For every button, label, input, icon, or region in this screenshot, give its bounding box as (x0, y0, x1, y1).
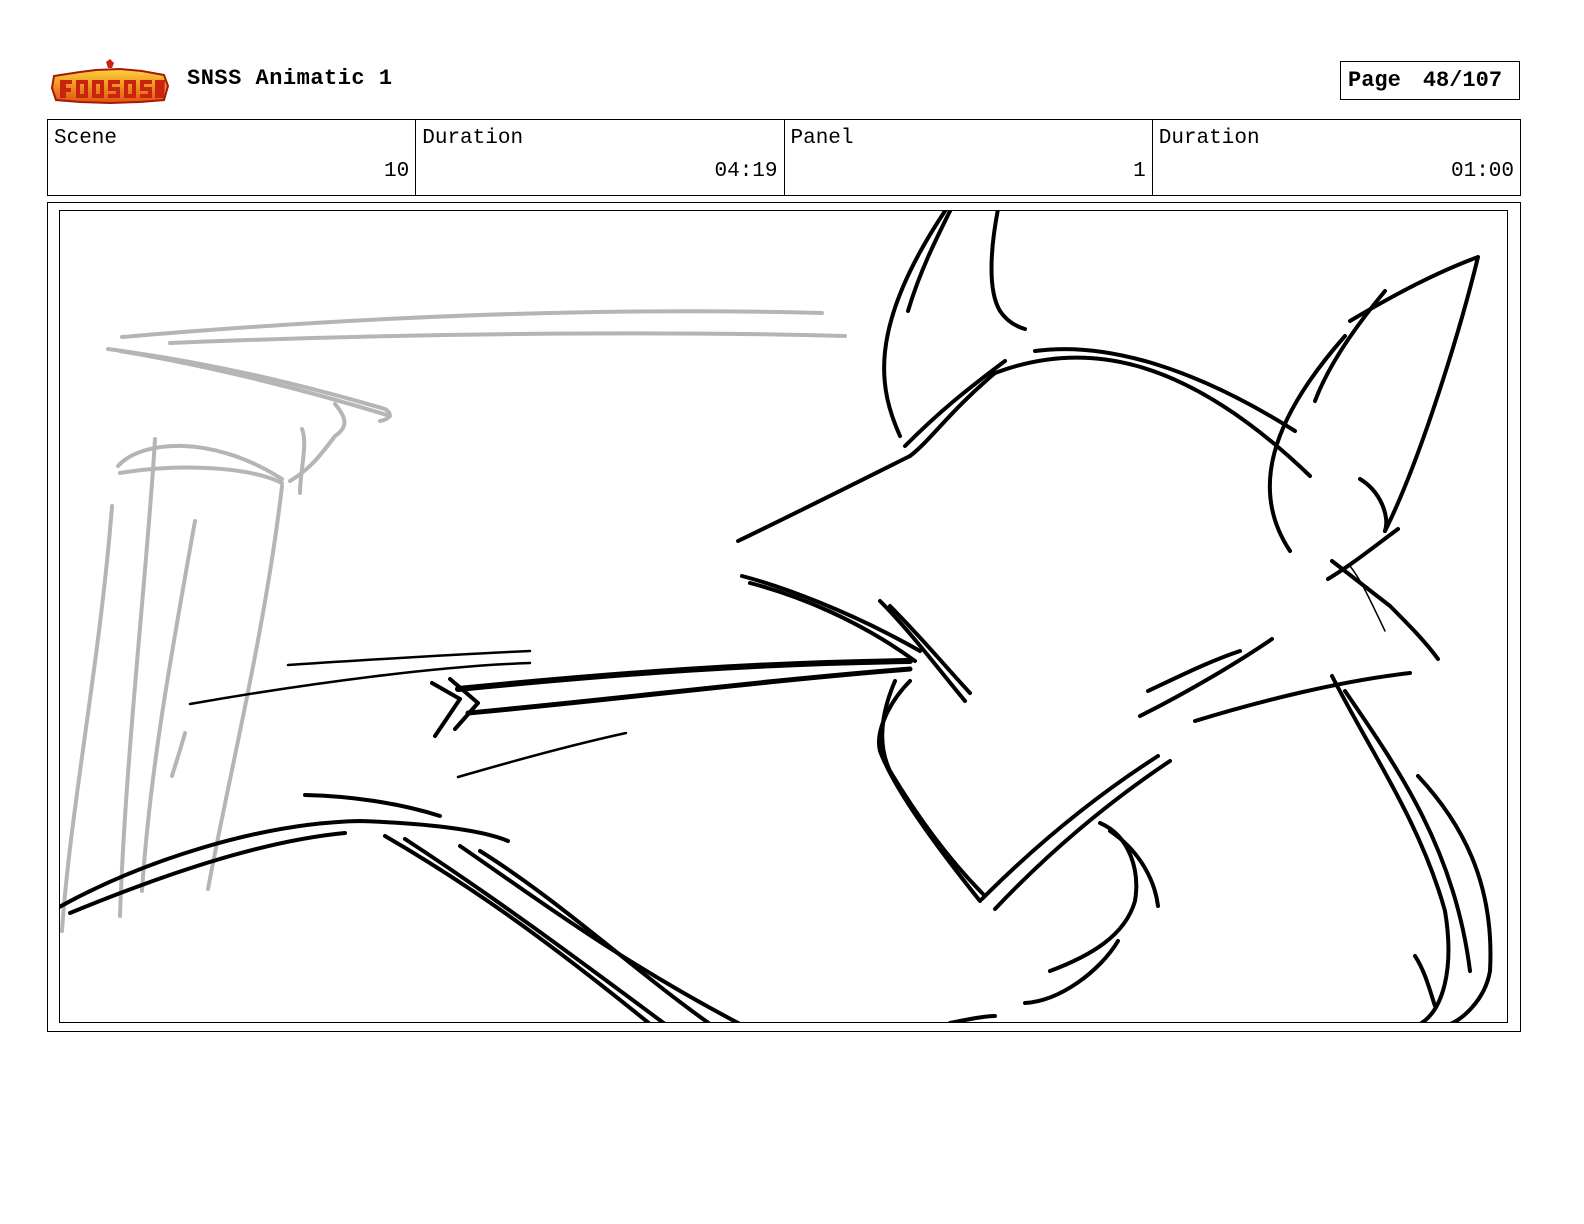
scene-duration-label: Duration (422, 127, 524, 150)
storyboard-sketch (60, 211, 1493, 1022)
document-title: SNSS Animatic 1 (187, 66, 393, 91)
page-label: Page (1348, 68, 1401, 93)
panel-value: 1 (1133, 160, 1146, 183)
storyboard-panel (59, 210, 1508, 1023)
panel-duration-label: Duration (1158, 127, 1260, 150)
panel-cell: Panel 1 (785, 120, 1153, 195)
page-indicator: Page 48/107 (1340, 61, 1520, 100)
scene-cell: Scene 10 (48, 120, 417, 195)
background-rough-sketch (60, 309, 847, 933)
scene-duration-value: 04:19 (714, 160, 778, 183)
scene-duration-cell: Duration 04:19 (416, 120, 785, 195)
show-logo (50, 59, 170, 105)
panel-duration-cell: Duration 01:00 (1153, 120, 1520, 195)
scene-info-table: Scene 10 Duration 04:19 Panel 1 Duration… (47, 119, 1521, 196)
panel-label: Panel (790, 127, 854, 150)
page-number: 48/107 (1422, 68, 1503, 93)
scene-label: Scene (54, 127, 118, 150)
panel-duration-value: 01:00 (1450, 160, 1514, 183)
scene-value: 10 (384, 160, 410, 183)
